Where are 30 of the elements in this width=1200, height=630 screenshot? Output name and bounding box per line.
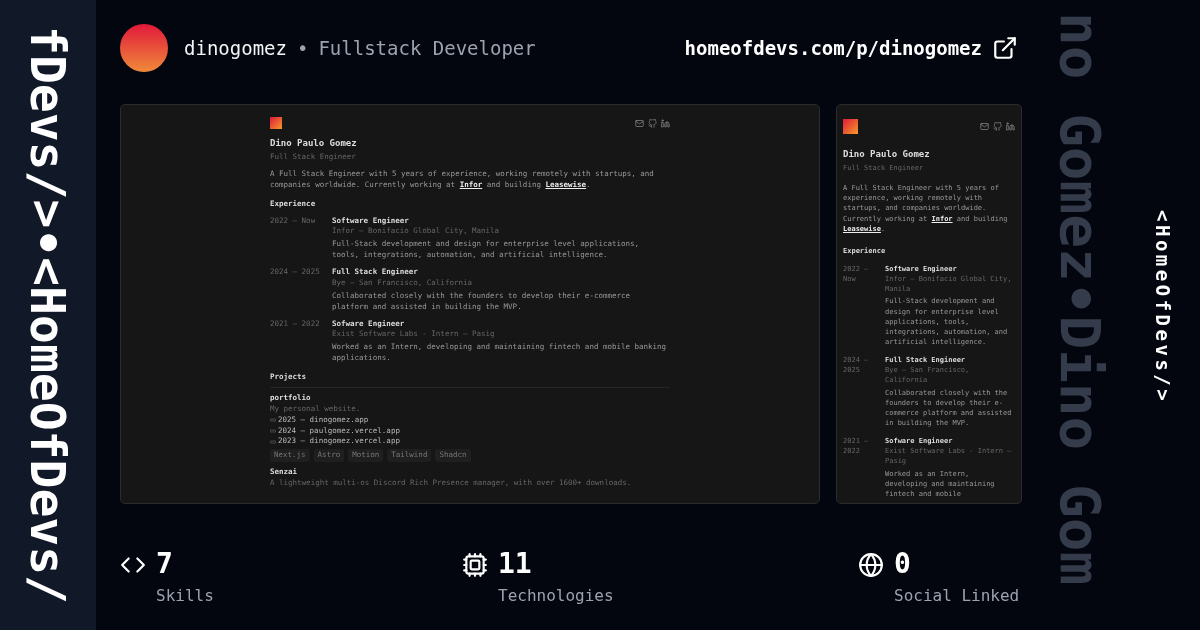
stat-value: 11 (498, 548, 533, 580)
avatar (120, 24, 168, 72)
logo-icon (270, 117, 282, 129)
github-icon[interactable] (648, 118, 657, 128)
stat-value: 7 (156, 548, 174, 580)
profile-link[interactable]: homeofdevs.com/p/dinogomez (684, 37, 982, 59)
stat-label: Skills (156, 586, 214, 605)
github-icon[interactable] (993, 122, 1002, 131)
linkedin-icon[interactable] (661, 118, 670, 128)
backdrop-text: no Gomez•Dino Gom (1052, 12, 1108, 586)
role-text: Fullstack Developer (318, 37, 536, 59)
separator-dot: • (296, 37, 309, 59)
link-icon (270, 417, 276, 424)
stat-value: 0 (894, 548, 912, 580)
logo-icon (843, 119, 858, 134)
profile-name: Dino Paulo Gomez (843, 148, 931, 161)
external-link-icon[interactable] (992, 35, 1018, 61)
stat-label: Social Linked (894, 586, 1020, 605)
mail-icon[interactable] (635, 118, 644, 128)
linkedin-icon[interactable] (1006, 122, 1015, 131)
globe-icon (858, 552, 884, 578)
chip-icon (462, 552, 488, 578)
stat-label: Technologies (498, 586, 614, 605)
sidebar-brand-text: fDevs/>•<HomeOfDevs/ (24, 26, 72, 604)
link-icon (270, 438, 276, 445)
mail-icon[interactable] (980, 122, 989, 131)
username: dinogomez (184, 37, 287, 59)
brand-text: <HomeOfDevs/> (1153, 210, 1172, 405)
profile-name: Dino Paulo Gomez (270, 137, 358, 150)
link-icon (270, 428, 276, 434)
